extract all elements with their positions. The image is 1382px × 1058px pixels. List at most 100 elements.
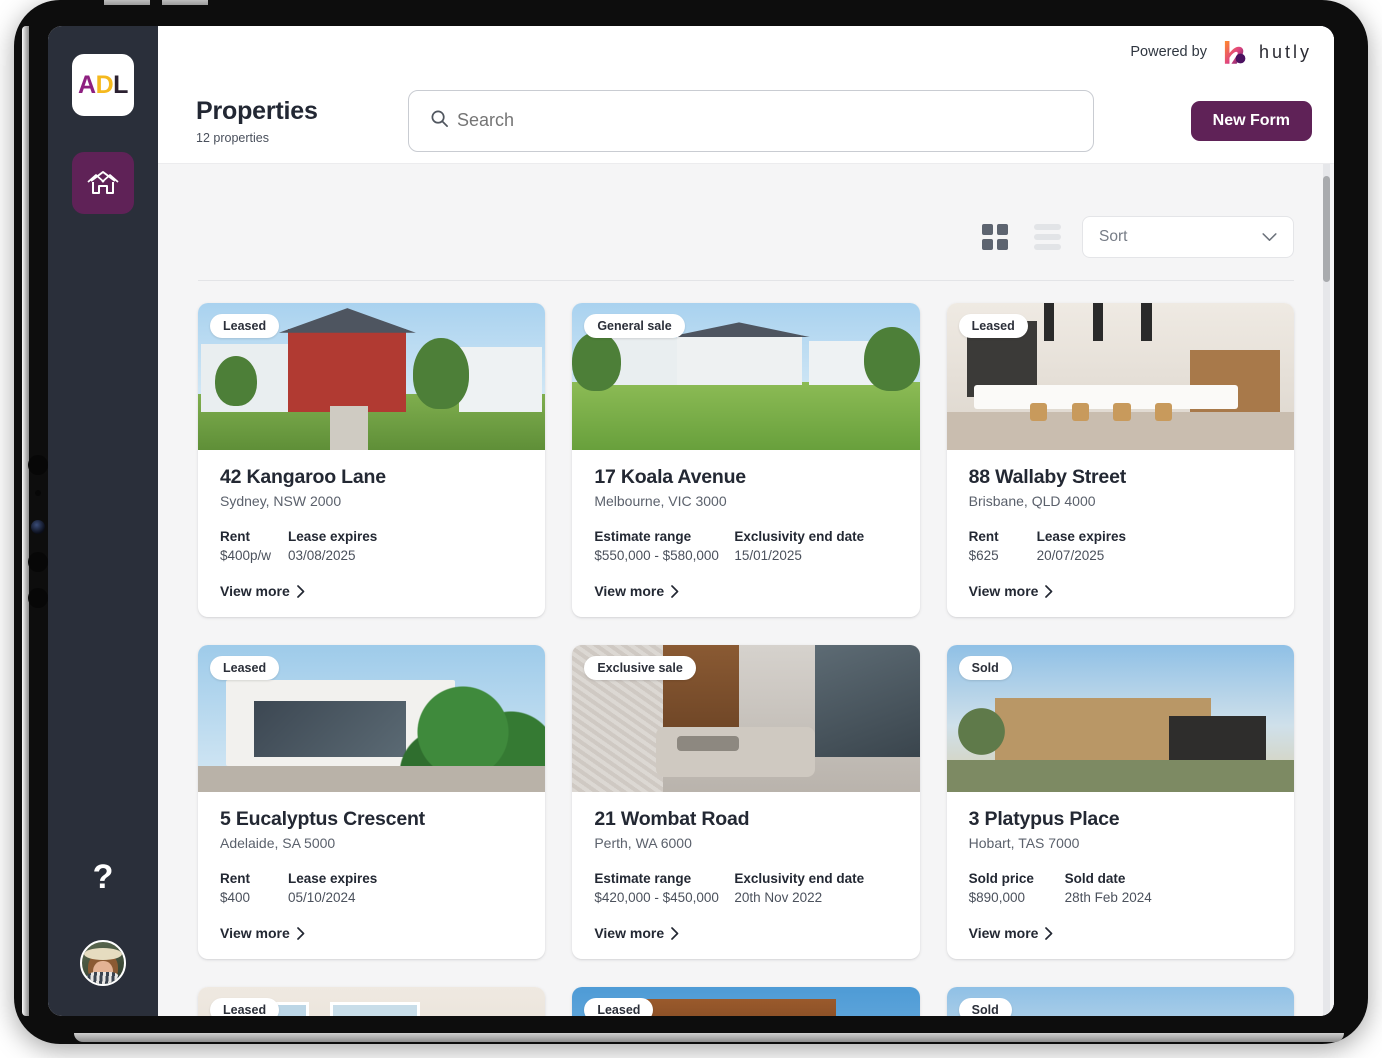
stat-value: $420,000 - $450,000 [594, 890, 719, 905]
property-card[interactable]: Sold 3 Platypus Place Hobart, TAS 7000 S… [946, 645, 1294, 959]
list-view-button[interactable] [1030, 222, 1064, 252]
stat-secondary: Lease expires 05/10/2024 [288, 871, 377, 905]
property-title: 3 Platypus Place [968, 808, 1120, 830]
grid-icon [982, 224, 1008, 250]
status-badge: Leased [210, 314, 280, 338]
content-inner: Sort Leased 42 Kangaroo Lane Sydney, NSW… [158, 164, 1334, 1016]
property-card[interactable]: Leased 5 Eucalyptus Crescent Adelaide, S… [198, 645, 546, 959]
hutly-wordmark: hutly [1258, 41, 1312, 62]
stat-key: Rent [968, 529, 999, 544]
stat-secondary: Lease expires 20/07/2025 [1037, 529, 1126, 563]
status-badge: Sold [958, 656, 1012, 680]
stat-value: $400p/w [220, 548, 272, 563]
card-body: 88 Wallaby Street Brisbane, QLD 4000 Ren… [947, 450, 1294, 617]
property-stats: Rent $625 Lease expires 20/07/2025 [969, 529, 1272, 563]
chevron-down-icon [1262, 232, 1277, 241]
tablet-bezel-dot [28, 455, 48, 475]
scrollbar-thumb[interactable] [1323, 176, 1330, 282]
scrollbar-track[interactable] [1323, 164, 1330, 1016]
stat-primary: Rent $625 [969, 529, 1037, 563]
property-address: Hobart, TAS 7000 [968, 835, 1080, 851]
stat-key: Lease expires [288, 529, 378, 544]
stat-secondary: Lease expires 03/08/2025 [288, 529, 377, 563]
topbar: Powered by hutly [158, 26, 1334, 78]
view-more-link[interactable]: View more [969, 583, 1272, 599]
property-card[interactable]: Leased 88 Wallaby Street Brisbane, QLD 4… [946, 303, 1294, 617]
status-badge: Exclusive sale [584, 656, 696, 680]
property-photo: Leased [198, 303, 546, 450]
stat-key: Rent [220, 529, 250, 544]
view-more-label: View more [594, 925, 665, 941]
stat-value: 28th Feb 2024 [1064, 890, 1152, 905]
tablet-bezel-dot [28, 588, 48, 608]
stat-key: Sold date [1064, 871, 1126, 886]
property-photo: Leased [198, 645, 546, 792]
property-title: 21 Wombat Road [594, 808, 750, 830]
stat-value: $625 [968, 548, 999, 563]
app-logo[interactable]: ADL [72, 54, 134, 116]
houses-icon [87, 171, 119, 194]
property-count: 12 properties [196, 130, 269, 145]
stat-primary: Rent $400 [220, 871, 288, 905]
stat-value: $890,000 [968, 890, 1025, 905]
tablet-bezel-dot [35, 490, 41, 496]
new-form-button[interactable]: New Form [1190, 100, 1312, 141]
list-icon [1033, 224, 1061, 250]
property-card[interactable]: Leased 42 Kangaroo Lane Sydney, NSW 2000… [198, 303, 546, 617]
chevron-right-icon [1045, 584, 1053, 598]
tablet-bezel-dot [28, 552, 48, 572]
stat-primary: Estimate range $550,000 - $580,000 [594, 529, 734, 563]
view-more-link[interactable]: View more [594, 925, 897, 941]
view-more-link[interactable]: View more [220, 925, 523, 941]
search-input[interactable] [408, 89, 1094, 152]
status-badge: Leased [584, 998, 654, 1016]
card-body: 17 Koala Avenue Melbourne, VIC 3000 Esti… [572, 450, 919, 617]
tablet-front-camera [31, 520, 45, 534]
view-more-link[interactable]: View more [594, 583, 897, 599]
stat-value: 20/07/2025 [1036, 548, 1105, 563]
tablet-volume-button-down [162, 0, 208, 5]
property-card[interactable]: Exclusive sale 21 Wombat Road Perth, WA … [572, 645, 920, 959]
help-icon[interactable]: ? [93, 860, 114, 894]
property-photo: Sold [946, 645, 1294, 792]
grid-view-button[interactable] [978, 222, 1012, 252]
chevron-right-icon [671, 584, 679, 598]
stat-value: 20th Nov 2022 [734, 890, 823, 905]
property-stats: Estimate range $550,000 - $580,000 Exclu… [594, 529, 897, 563]
property-photo: Sold [946, 987, 1294, 1016]
stat-key: Lease expires [1036, 529, 1126, 544]
card-body: 3 Platypus Place Hobart, TAS 7000 Sold p… [947, 792, 1294, 959]
property-card[interactable]: Leased [572, 987, 920, 1016]
chevron-right-icon [296, 926, 305, 940]
property-card[interactable]: Sold [946, 987, 1294, 1016]
property-title: 88 Wallaby Street [968, 466, 1127, 488]
property-address: Sydney, NSW 2000 [220, 493, 342, 509]
chevron-right-icon [671, 926, 679, 940]
view-more-link[interactable]: View more [220, 583, 523, 599]
stat-key: Estimate range [594, 871, 692, 886]
page-title: Properties [196, 96, 318, 125]
app-screen: ADL ? Powered by hutly Properties 12 pro… [48, 26, 1334, 1016]
property-stats: Rent $400p/w Lease expires 03/08/2025 [220, 529, 523, 563]
property-title: 17 Koala Avenue [594, 466, 746, 488]
powered-by-label: Powered by [1130, 44, 1207, 60]
status-badge: Leased [958, 314, 1028, 338]
property-card[interactable]: Leased [198, 987, 546, 1016]
view-toolbar: Sort [198, 164, 1294, 281]
sort-dropdown[interactable]: Sort [1082, 216, 1294, 258]
card-body: 42 Kangaroo Lane Sydney, NSW 2000 Rent $… [198, 450, 545, 617]
logo-letter-d: D [95, 70, 114, 99]
property-card[interactable]: General sale 17 Koala Avenue Melbourne, … [572, 303, 920, 617]
stat-key: Exclusivity end date [734, 529, 865, 544]
avatar[interactable] [80, 940, 126, 986]
tablet-left-edge [22, 26, 29, 1016]
sidebar-item-properties[interactable] [72, 152, 134, 214]
property-address: Melbourne, VIC 3000 [594, 493, 727, 509]
chevron-right-icon [1045, 926, 1053, 940]
screenshot-stage: ADL ? Powered by hutly Properties 12 pro… [0, 0, 1382, 1058]
view-more-link[interactable]: View more [969, 925, 1272, 941]
property-photo: Exclusive sale [572, 645, 920, 792]
view-more-label: View more [968, 925, 1039, 941]
tablet-volume-button-up [104, 0, 150, 5]
chevron-right-icon [296, 584, 305, 598]
